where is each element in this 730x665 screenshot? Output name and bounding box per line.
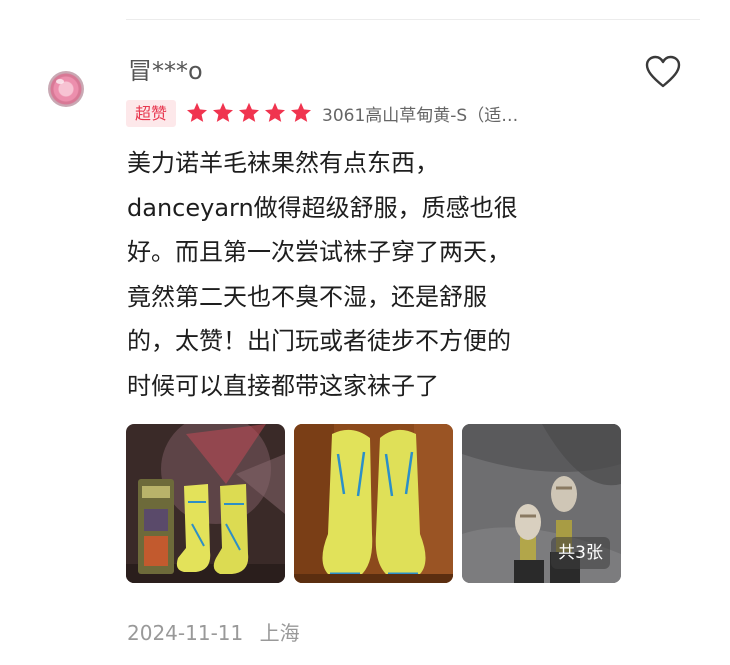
star-filled-icon bbox=[213, 102, 234, 122]
review-photo-3[interactable]: 共3张 bbox=[462, 424, 621, 583]
review-text: 美力诺羊毛袜果然有点东西， danceyarn做得超级舒服，质感也很 好。而且第… bbox=[127, 141, 597, 408]
heart-outline-icon bbox=[645, 55, 681, 88]
review-text-line: danceyarn做得超级舒服，质感也很 bbox=[127, 193, 518, 222]
username[interactable]: 冒***o bbox=[128, 55, 203, 87]
rating-badge: 超赞 bbox=[126, 99, 177, 127]
review-text-line: 时候可以直接都带这家袜子了 bbox=[127, 371, 439, 400]
review-location: 上海 bbox=[259, 621, 300, 645]
top-divider bbox=[126, 19, 700, 20]
avatar[interactable] bbox=[48, 71, 84, 107]
review-photo-2[interactable] bbox=[294, 424, 453, 583]
review-text-line: 好。而且第一次尝试袜子穿了两天， bbox=[127, 238, 511, 266]
star-filled-icon bbox=[291, 102, 312, 122]
like-button[interactable] bbox=[644, 55, 682, 89]
review-photos: 共3张 bbox=[126, 424, 621, 583]
star-filled-icon bbox=[187, 102, 208, 122]
star-filled-icon bbox=[239, 102, 260, 122]
review-footer: 2024-11-11 上海 bbox=[127, 617, 300, 649]
review-meta-row: 超赞 3061高山草甸黄-S（适… bbox=[126, 99, 557, 127]
review-photo-1[interactable] bbox=[126, 424, 285, 583]
review-text-line: 美力诺羊毛袜果然有点东西， bbox=[127, 149, 439, 177]
star-filled-icon bbox=[265, 102, 286, 122]
photo-count-badge: 共3张 bbox=[551, 537, 610, 569]
sku-variant[interactable]: 3061高山草甸黄-S（适… bbox=[322, 101, 557, 126]
review-text-line: 的，太赞！出门玩或者徒步不方便的 bbox=[127, 327, 511, 355]
review-date: 2024-11-11 bbox=[127, 621, 244, 645]
star-rating bbox=[185, 101, 313, 125]
review-text-line: 竟然第二天也不臭不湿，还是舒服 bbox=[127, 282, 487, 311]
